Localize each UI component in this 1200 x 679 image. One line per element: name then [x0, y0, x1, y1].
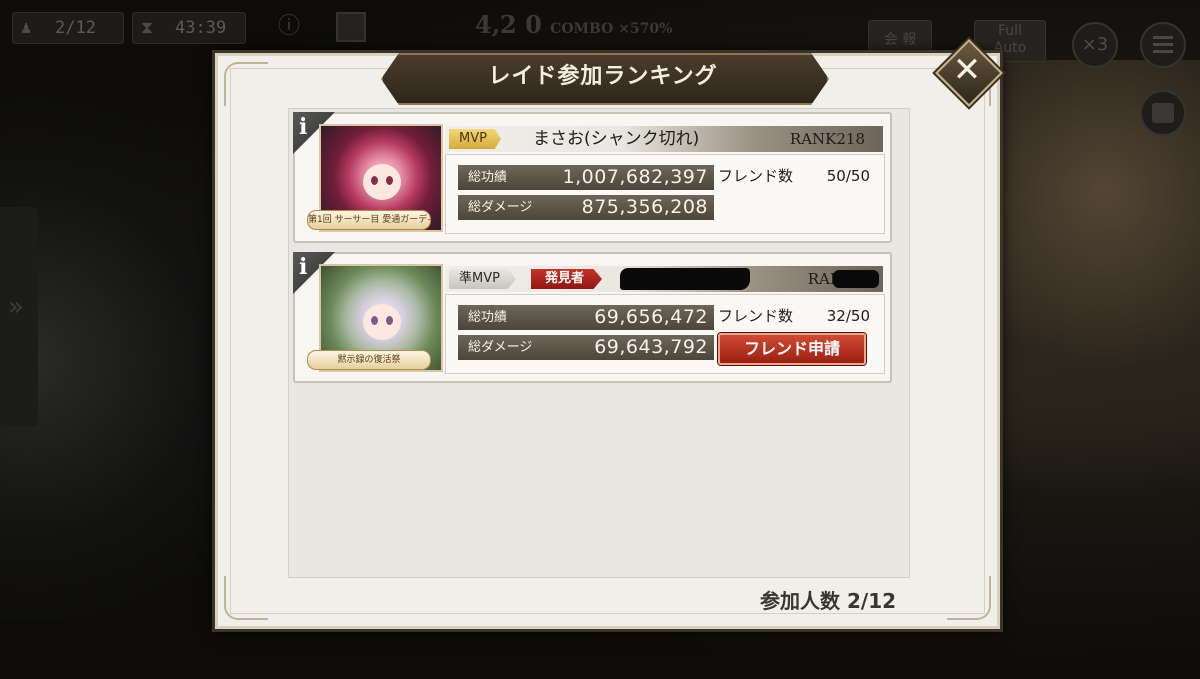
close-button[interactable]: ✕ [935, 39, 1003, 107]
stat-value: 1,007,682,397 [562, 166, 708, 188]
close-icon: ✕ [952, 50, 982, 90]
stat-value: 875,356,208 [581, 196, 708, 218]
menu-button[interactable] [1140, 22, 1186, 68]
participant-count-value: 2/12 [846, 589, 897, 613]
player-rank: RANK218 [789, 130, 865, 148]
portrait-title-plate: 黙示録の復活祭 [307, 350, 431, 370]
info-icon[interactable]: ⓘ [273, 12, 305, 42]
ranking-card-mvp: i 第1回 サーサー目 愛通ガーディアン MVP まさお(シャンク切れ) RAN… [293, 112, 892, 243]
dialog-title: レイド参加ランキング [488, 64, 718, 89]
portrait-title-plate: 第1回 サーサー目 愛通ガーディアン [307, 210, 431, 230]
side-panel-tab[interactable] [0, 207, 38, 427]
ornament-corner [947, 576, 991, 620]
chat-icon[interactable] [1140, 90, 1186, 136]
player-name-bar: MVP まさお(シャンク切れ) RANK218 [445, 126, 883, 152]
stat-label: 総功績 [468, 170, 508, 185]
ornament-corner [224, 576, 268, 620]
full-auto-label-line1: Full [998, 23, 1022, 39]
hourglass-icon: ⧗ [141, 18, 153, 38]
sub-mvp-badge: 準MVP [449, 269, 516, 289]
stat-label: 総功績 [468, 310, 508, 325]
participant-count: 参加人数 2/12 [760, 585, 896, 614]
player-name: まさお(シャンク切れ) [533, 129, 700, 149]
ranking-card-sub-mvp: i 黙示録の復活祭 準MVP 発見者 RAN 総功績 69,656,472 総ダ… [293, 252, 892, 383]
friend-request-button[interactable]: フレンド申請 [718, 333, 866, 365]
mvp-badge: MVP [449, 129, 501, 149]
ornament-corner [224, 62, 268, 106]
stat-label: 総ダメージ [468, 340, 533, 355]
player-count-indicator: ♟ 2/12 [12, 12, 124, 44]
redacted-rank [833, 270, 879, 288]
stage-icon[interactable] [336, 12, 366, 42]
player-stats: 総功績 1,007,682,397 総ダメージ 875,356,208 フレンド… [445, 154, 885, 234]
player-count-value: 2/12 [55, 18, 96, 38]
finder-badge: 発見者 [531, 269, 603, 289]
stat-value: 69,656,472 [594, 306, 708, 328]
raid-timer: ⧗ 43:39 [132, 12, 246, 44]
stat-label: 総ダメージ [468, 200, 533, 215]
background-art-right [985, 60, 1200, 620]
friend-count-value: 50/50 [826, 167, 870, 185]
combo-score: 4,2 0 [475, 10, 542, 39]
person-icon: ♟ [21, 18, 32, 38]
chevron-right-icon[interactable]: » [8, 292, 24, 322]
redacted-player-name [620, 268, 750, 290]
friend-count-label: フレンド数 [718, 307, 794, 325]
stat-row-total-damage: 総ダメージ 69,643,792 [458, 335, 714, 360]
character-face [363, 164, 401, 200]
info-icon[interactable]: i [299, 114, 321, 140]
stat-value: 69,643,792 [594, 336, 708, 358]
player-stats: 総功績 69,656,472 総ダメージ 69,643,792 フレンド数 32… [445, 294, 885, 374]
participant-count-label: 参加人数 [760, 589, 840, 613]
friend-count-value: 32/50 [826, 307, 870, 325]
hamburger-icon [1153, 36, 1173, 39]
stat-row-total-merit: 総功績 1,007,682,397 [458, 165, 714, 190]
combo-display: 4,2 0 COMBO ×570% [475, 10, 672, 39]
stat-row-total-merit: 総功績 69,656,472 [458, 305, 714, 330]
friend-count-label: フレンド数 [718, 167, 794, 185]
player-name-bar: 準MVP 発見者 RAN [445, 266, 883, 292]
combo-multiplier: COMBO ×570% [550, 21, 673, 37]
speed-button[interactable]: ×3 [1072, 22, 1118, 68]
character-face [363, 304, 401, 340]
info-icon[interactable]: i [299, 254, 321, 280]
stat-row-total-damage: 総ダメージ 875,356,208 [458, 195, 714, 220]
raid-timer-value: 43:39 [175, 18, 227, 38]
